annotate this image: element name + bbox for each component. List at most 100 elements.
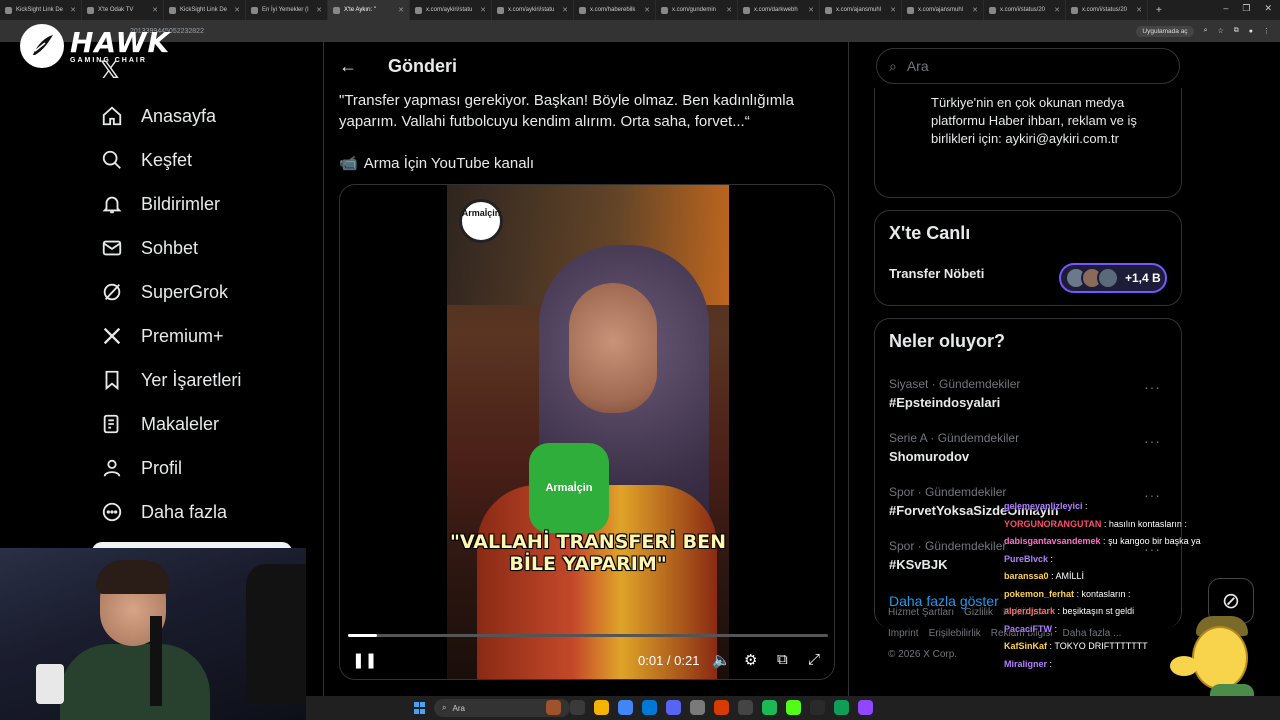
sidebar-item-1[interactable]: Anasayfa: [92, 94, 312, 138]
mail-icon: [100, 236, 124, 260]
close-tab-icon[interactable]: ✕: [890, 6, 896, 14]
browser-tab[interactable]: X'te Odak TV ✕: [82, 0, 164, 20]
star-icon[interactable]: ☆: [1217, 27, 1223, 35]
browser-tab[interactable]: x.com/aykiri/statu ✕: [410, 0, 492, 20]
menu-icon[interactable]: ⋮: [1263, 27, 1270, 35]
browser-tab[interactable]: KickSight Link De ✕: [0, 0, 82, 20]
browser-tab[interactable]: x.com/darkwebh ✕: [738, 0, 820, 20]
profile-icon[interactable]: ●: [1249, 28, 1253, 35]
office-icon[interactable]: [714, 700, 729, 715]
browser-tab[interactable]: KickSight Link De ✕: [164, 0, 246, 20]
chat-message: gelemeyanlizleyici :: [1004, 498, 1274, 516]
close-tab-icon[interactable]: ✕: [562, 6, 568, 14]
search-placeholder: Ara: [906, 58, 929, 74]
discord-icon[interactable]: [666, 700, 681, 715]
minimize-icon[interactable]: –: [1223, 3, 1228, 14]
settings-gear-icon[interactable]: ⚙: [744, 651, 757, 669]
close-tab-icon[interactable]: ✕: [1136, 6, 1142, 14]
webcam-chair: [246, 564, 306, 704]
close-tab-icon[interactable]: ✕: [152, 6, 158, 14]
open-in-app-button[interactable]: Uygulamada aç: [1136, 25, 1194, 37]
maximize-icon[interactable]: ❐: [1242, 3, 1250, 14]
kick-icon[interactable]: [786, 700, 801, 715]
new-tab-button[interactable]: +: [1156, 5, 1162, 16]
sidebar-item-4[interactable]: Sohbet: [92, 226, 312, 270]
browser-tab[interactable]: X'te Aykırı: " ✕: [328, 0, 410, 20]
sidebar-item-3[interactable]: Bildirimler: [92, 182, 312, 226]
sidebar-item-5[interactable]: SuperGrok: [92, 270, 312, 314]
trend-item[interactable]: Siyaset · Gündemdekiler #Epsteindosyalari…: [889, 377, 1169, 410]
sidebar-item-2[interactable]: Keşfet: [92, 138, 312, 182]
sidebar-item-10[interactable]: Daha fazla: [92, 490, 312, 534]
close-tab-icon[interactable]: ✕: [480, 6, 486, 14]
windows-start-icon[interactable]: [414, 702, 426, 714]
live-card[interactable]: X'te Canlı Transfer Nöbeti +1,4 B: [874, 210, 1182, 306]
chrome-icon[interactable]: [618, 700, 633, 715]
youtube-line[interactable]: 📹 Arma İçin YouTube kanalı: [339, 154, 534, 173]
sidebar-item-7[interactable]: Yer İşaretleri: [92, 358, 312, 402]
edge-icon[interactable]: [642, 700, 657, 715]
taskbar-app-icon[interactable]: [834, 700, 849, 715]
favicon-icon: [169, 6, 176, 14]
close-tab-icon[interactable]: ✕: [316, 6, 322, 14]
picture-in-picture-icon[interactable]: ⧉: [777, 651, 788, 668]
extensions-icon[interactable]: ⧉: [1234, 27, 1239, 35]
browser-tab[interactable]: x.com/i/status/20 ✕: [984, 0, 1066, 20]
search-icon: ⌕: [889, 57, 897, 74]
browser-tab[interactable]: x.com/haberebilk ✕: [574, 0, 656, 20]
close-tab-icon[interactable]: ✕: [644, 6, 650, 14]
zoom-icon[interactable]: ⌕: [1204, 27, 1208, 35]
browser-tab[interactable]: x.com/ajansmuhl ✕: [820, 0, 902, 20]
footer-link[interactable]: Imprint: [888, 628, 919, 639]
fullscreen-icon[interactable]: ⤢: [808, 651, 820, 668]
tab-label: KickSight Link De: [180, 7, 228, 13]
settings-icon[interactable]: [690, 700, 705, 715]
video-progress-fill: [348, 634, 377, 637]
task-view-icon[interactable]: [570, 700, 585, 715]
close-tab-icon[interactable]: ✕: [234, 6, 240, 14]
trend-item[interactable]: Serie A · Gündemdekiler Shomurodov ···: [889, 431, 1169, 464]
footer-link[interactable]: Gizlilik: [964, 607, 993, 618]
video-frame[interactable]: Armaİçin Armaİçin "VALLAHİ TRANSFERİ BEN…: [447, 185, 729, 679]
obs-icon[interactable]: [810, 700, 825, 715]
pause-icon[interactable]: ❚❚: [352, 651, 377, 669]
video-player[interactable]: Armaİçin Armaİçin "VALLAHİ TRANSFERİ BEN…: [339, 184, 835, 680]
browser-tab[interactable]: x.com/gundemin ✕: [656, 0, 738, 20]
live-listeners-pill[interactable]: +1,4 B: [1059, 263, 1167, 293]
live-space-name[interactable]: Transfer Nöbeti: [889, 266, 984, 281]
hawk-feather-icon: [20, 24, 64, 68]
browser-tab[interactable]: x.com/ajansmuhl ✕: [902, 0, 984, 20]
footer-link[interactable]: Erişilebilirlik: [929, 628, 981, 639]
file-explorer-icon[interactable]: [594, 700, 609, 715]
spotify-icon[interactable]: [762, 700, 777, 715]
video-progress-bar[interactable]: [348, 634, 828, 637]
footer-link[interactable]: Hizmet Şartları: [888, 607, 954, 618]
close-tab-icon[interactable]: ✕: [972, 6, 978, 14]
search-box[interactable]: ⌕ Ara: [876, 48, 1180, 84]
close-tab-icon[interactable]: ✕: [726, 6, 732, 14]
browser-tab[interactable]: En İyi Yemekler (I ✕: [246, 0, 328, 20]
sidebar-item-label: Profil: [141, 457, 183, 478]
back-arrow-icon[interactable]: ←: [339, 56, 357, 77]
browser-tab[interactable]: x.com/aykiri/statu ✕: [492, 0, 574, 20]
x-logo-icon[interactable]: 𝕏: [100, 56, 119, 85]
more-options-icon[interactable]: ···: [1144, 433, 1161, 449]
browser-tab[interactable]: x.com/i/status/20 ✕: [1066, 0, 1148, 20]
address-actions: Uygulamada aç ⌕ ☆ ⧉ ● ⋮: [1136, 25, 1270, 37]
page-title: Gönderi: [388, 56, 458, 76]
sidebar-item-8[interactable]: Makaleler: [92, 402, 312, 446]
volume-icon[interactable]: 🔈: [712, 651, 731, 669]
close-tab-icon[interactable]: ✕: [808, 6, 814, 14]
close-window-icon[interactable]: ✕: [1264, 3, 1272, 14]
trend-name: #Epsteindosyalari: [889, 395, 1001, 410]
sidebar-item-9[interactable]: Profil: [92, 446, 312, 490]
twitch-icon[interactable]: [858, 700, 873, 715]
taskbar-app-icon[interactable]: [546, 700, 561, 715]
close-tab-icon[interactable]: ✕: [70, 6, 76, 14]
sidebar-item-6[interactable]: Premium+: [92, 314, 312, 358]
close-tab-icon[interactable]: ✕: [1054, 6, 1060, 14]
taskbar-app-icon[interactable]: [738, 700, 753, 715]
close-tab-icon[interactable]: ✕: [398, 6, 404, 14]
chat-separator: :: [1047, 658, 1053, 669]
more-options-icon[interactable]: ···: [1144, 379, 1161, 395]
